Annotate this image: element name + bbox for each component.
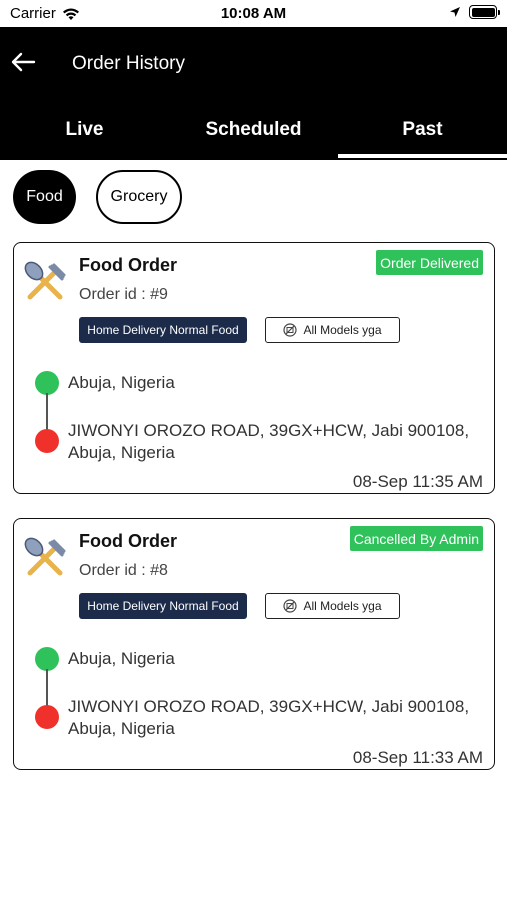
model-tag: All Models yga (265, 593, 400, 619)
tab-bar: Live Scheduled Past (0, 105, 507, 158)
order-id: Order id : #8 (79, 562, 168, 579)
tab-live[interactable]: Live (0, 105, 169, 155)
model-label: All Models yga (303, 599, 382, 613)
order-card[interactable]: Food Order Order id : #9 Order Delivered… (13, 242, 495, 494)
status-time: 10:08 AM (220, 5, 287, 22)
order-title: Food Order (79, 531, 177, 551)
status-badge: Cancelled By Admin (349, 526, 483, 551)
order-card[interactable]: Food Order Order id : #8 Cancelled By Ad… (13, 518, 495, 770)
drop-dot (35, 429, 59, 453)
delivery-type-tag: Home Delivery Normal Food (79, 317, 247, 343)
fork-spoon-icon (24, 537, 66, 576)
model-tag: All Models yga (265, 317, 400, 343)
route-line (46, 393, 48, 433)
model-label: All Models yga (303, 323, 382, 337)
fork-spoon-icon (24, 261, 66, 300)
filter-food-chip[interactable]: Food (13, 170, 76, 224)
location-arrow-icon (450, 7, 460, 17)
battery-icon (469, 5, 500, 19)
header: Order History Live Scheduled Past (0, 27, 507, 160)
status-bar: Carrier 10:08 AM (0, 0, 507, 27)
drop-address: JIWONYI OROZO ROAD, 39GX+HCW, Jabi 90010… (68, 697, 470, 738)
delivery-type-tag: Home Delivery Normal Food (79, 593, 247, 619)
order-title: Food Order (79, 255, 177, 275)
category-filters: Food Grocery (13, 170, 182, 224)
pickup-address: Abuja, Nigeria (68, 373, 175, 392)
back-button[interactable] (8, 47, 38, 77)
order-id: Order id : #9 (79, 286, 168, 303)
page-title: Order History (72, 53, 185, 74)
pickup-dot (35, 647, 59, 671)
route-line (46, 669, 48, 709)
status-right (449, 5, 500, 19)
pickup-address: Abuja, Nigeria (68, 649, 175, 668)
model-icon (283, 599, 298, 613)
back-arrow-icon (11, 52, 36, 72)
order-timestamp: 08-Sep 11:33 AM (352, 748, 483, 767)
tab-scheduled[interactable]: Scheduled (169, 105, 338, 155)
status-badge: Order Delivered (376, 250, 483, 275)
tab-past[interactable]: Past (338, 105, 507, 158)
drop-address: JIWONYI OROZO ROAD, 39GX+HCW, Jabi 90010… (68, 421, 470, 462)
order-timestamp: 08-Sep 11:35 AM (352, 472, 483, 491)
pickup-dot (35, 371, 59, 395)
model-icon (283, 323, 298, 337)
drop-dot (35, 705, 59, 729)
filter-grocery-chip[interactable]: Grocery (96, 170, 182, 224)
